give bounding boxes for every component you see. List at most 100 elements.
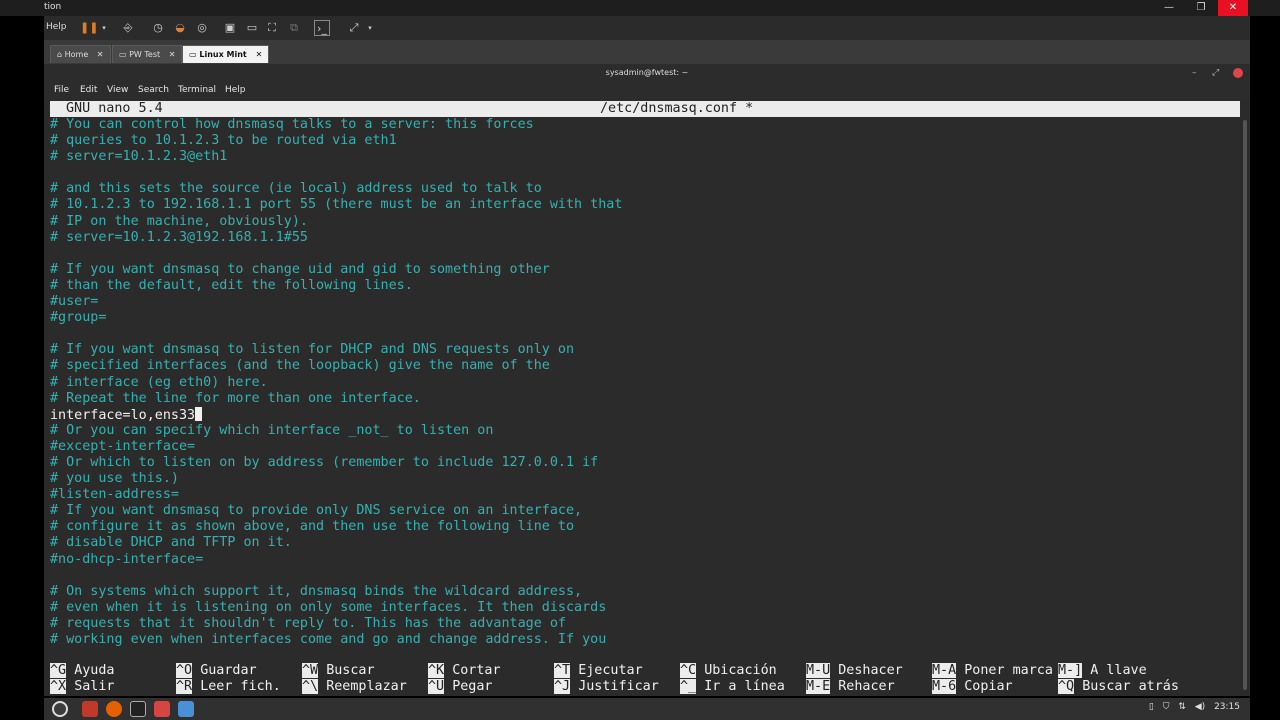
close-icon[interactable]: ✕ — [256, 50, 263, 59]
close-icon[interactable]: ✕ — [1218, 0, 1248, 16]
editor-line-text: # Or which to listen on by address (reme… — [50, 454, 599, 470]
menu-terminal[interactable]: Terminal — [178, 85, 216, 95]
fullscreen-icon[interactable]: ⛶ — [264, 20, 280, 36]
maximize-icon[interactable]: ⤢ — [1212, 64, 1219, 82]
editor-line-text: interface=lo,ens33 — [50, 407, 196, 423]
shortcut-label: Deshacer — [838, 663, 903, 678]
network-icon[interactable]: ⇅ — [1178, 702, 1186, 712]
snapshot-manager-icon[interactable]: ◎ — [194, 20, 210, 36]
menu-file[interactable]: File — [54, 85, 69, 95]
app-icon[interactable] — [178, 701, 194, 717]
nano-shortcut[interactable]: ^T Ejecutar — [554, 663, 643, 679]
files-icon[interactable] — [154, 701, 170, 717]
terminal-icon[interactable] — [130, 701, 146, 717]
tab-pw-test[interactable]: ▭ PW Test ✕ — [112, 45, 183, 63]
editor-line-text: # IP on the machine, obviously). — [50, 213, 308, 229]
restore-icon[interactable]: ❐ — [1186, 0, 1216, 16]
tab-home[interactable]: ⌂ Home ✕ — [50, 45, 111, 63]
help-menu[interactable]: Help — [46, 22, 67, 32]
shortcut-label: Reemplazar — [326, 679, 407, 694]
stretch-icon[interactable]: ⤢ — [346, 20, 362, 36]
unity-icon[interactable]: ⧉ — [286, 20, 302, 36]
shortcut-key: ^X — [50, 679, 67, 694]
editor-line-text: # configure it as shown above, and then … — [50, 519, 575, 535]
shortcut-label: Buscar atrás — [1082, 679, 1179, 694]
editor-line-text: #except-interface= — [50, 438, 196, 454]
tab-label: Linux Mint — [199, 50, 247, 59]
nano-shortcut[interactable]: ^\ Reemplazar — [302, 679, 407, 695]
editor-line: # interface (eg eth0) here. — [50, 375, 1240, 391]
guest-taskbar: ▯ ⛉ ⇅ ◀) 23:15 — [44, 698, 1250, 720]
revert-snapshot-icon[interactable]: ◒ — [172, 20, 188, 36]
editor-line-text: # specified interfaces (and the loopback… — [50, 358, 550, 374]
editor-line: # Or you can specify which interface _no… — [50, 423, 1240, 439]
shield-icon[interactable]: ⛉ — [1163, 702, 1170, 712]
view-full-icon[interactable]: ▭ — [244, 20, 260, 36]
editor-line: # requests that it shouldn't reply to. T… — [50, 616, 1240, 632]
clock[interactable]: 23:15 — [1214, 702, 1240, 712]
editor-line: # 10.1.2.3 to 192.168.1.1 port 55 (there… — [50, 197, 1240, 213]
nano-shortcut[interactable]: ^U Pegar — [428, 679, 493, 695]
shortcut-label: Buscar — [326, 663, 375, 678]
view-console-icon[interactable]: ▣ — [222, 20, 238, 36]
clipboard-icon[interactable]: ▯ — [1149, 702, 1154, 712]
menu-edit[interactable]: Edit — [80, 85, 97, 95]
nano-shortcut[interactable]: ^X Salir — [50, 679, 115, 695]
nano-shortcut[interactable]: ^K Cortar — [428, 663, 501, 679]
shortcut-label: Ubicación — [704, 663, 777, 678]
nano-shortcut-bar: ^G Ayuda ^O Guardar ^W Buscar ^K Cortar ^T E… — [50, 663, 1240, 695]
terminal-scrollbar[interactable] — [1243, 120, 1247, 690]
editor-line: # server=10.1.2.3@192.168.1.1#55 — [50, 230, 1240, 246]
nano-shortcut[interactable]: ^_ Ir a línea — [680, 679, 785, 695]
nano-editor[interactable]: # You can control how dnsmasq talks to a… — [50, 117, 1240, 665]
close-icon[interactable] — [1233, 68, 1243, 78]
mint-menu-icon[interactable] — [52, 701, 68, 717]
nano-shortcut[interactable]: M-E Rehacer — [806, 679, 895, 695]
nano-shortcut[interactable]: M-] A llave — [1058, 663, 1147, 679]
menu-view[interactable]: View — [107, 85, 128, 95]
editor-line: # than the default, edit the following l… — [50, 278, 1240, 294]
minimize-icon[interactable]: — — [1154, 0, 1184, 16]
pause-icon[interactable]: ❚❚ — [80, 20, 98, 36]
terminal-area[interactable]: GNU nano 5.4 /etc/dnsmasq.conf * # You c… — [44, 100, 1250, 696]
nano-shortcut[interactable]: ^G Ayuda — [50, 663, 115, 679]
close-icon[interactable]: ✕ — [97, 50, 104, 59]
terminal-icon[interactable]: ›_ — [314, 20, 330, 36]
close-icon[interactable]: ✕ — [169, 50, 176, 59]
nano-shortcut[interactable]: ^Q Buscar atrás — [1058, 679, 1179, 695]
send-keys-icon[interactable]: ⎆ — [120, 20, 136, 36]
show-desktop-icon[interactable] — [82, 701, 98, 717]
snapshot-icon[interactable]: ◷ — [150, 20, 166, 36]
tab-label: PW Test — [129, 50, 161, 59]
editor-line-text: # Or you can specify which interface _no… — [50, 422, 494, 438]
nano-shortcut[interactable]: ^W Buscar — [302, 663, 375, 679]
editor-line: # disable DHCP and TFTP on it. — [50, 535, 1240, 551]
nano-shortcut[interactable]: ^J Justificar — [554, 679, 659, 695]
shortcut-key: M-] — [1058, 663, 1083, 678]
editor-line: # server=10.1.2.3@eth1 — [50, 149, 1240, 165]
terminal-menubar: File Edit View Search Terminal Help — [44, 82, 1250, 100]
nano-shortcut[interactable]: ^O Guardar — [176, 663, 257, 679]
menu-search[interactable]: Search — [138, 85, 169, 95]
nano-shortcut[interactable]: M-6 Copiar — [932, 679, 1013, 695]
editor-line: # IP on the machine, obviously). — [50, 214, 1240, 230]
nano-shortcut[interactable]: ^R Leer fich. — [176, 679, 281, 695]
menu-help[interactable]: Help — [225, 85, 246, 95]
nano-shortcut[interactable]: M-A Poner marca — [932, 663, 1053, 679]
firefox-icon[interactable] — [106, 701, 122, 717]
chevron-down-icon[interactable]: ▾ — [362, 20, 378, 36]
editor-line-text: # You can control how dnsmasq talks to a… — [50, 117, 534, 132]
editor-line: #listen-address= — [50, 487, 1240, 503]
host-left-strip — [0, 16, 44, 720]
editor-line: # If you want dnsmasq to change uid and … — [50, 262, 1240, 278]
minimize-icon[interactable]: – — [1192, 64, 1197, 82]
tab-linux-mint[interactable]: ▭ Linux Mint ✕ — [182, 45, 270, 63]
nano-shortcut[interactable]: M-U Deshacer — [806, 663, 903, 679]
shortcut-label: Leer fich. — [200, 679, 281, 694]
chevron-down-icon[interactable]: ▾ — [96, 20, 112, 36]
terminal-titlebar: sysadmin@fwtest: ~ – ⤢ — [44, 64, 1250, 82]
volume-icon[interactable]: ◀) — [1195, 702, 1205, 712]
nano-shortcut[interactable]: ^C Ubicación — [680, 663, 777, 679]
editor-line-text: # server=10.1.2.3@eth1 — [50, 149, 228, 165]
